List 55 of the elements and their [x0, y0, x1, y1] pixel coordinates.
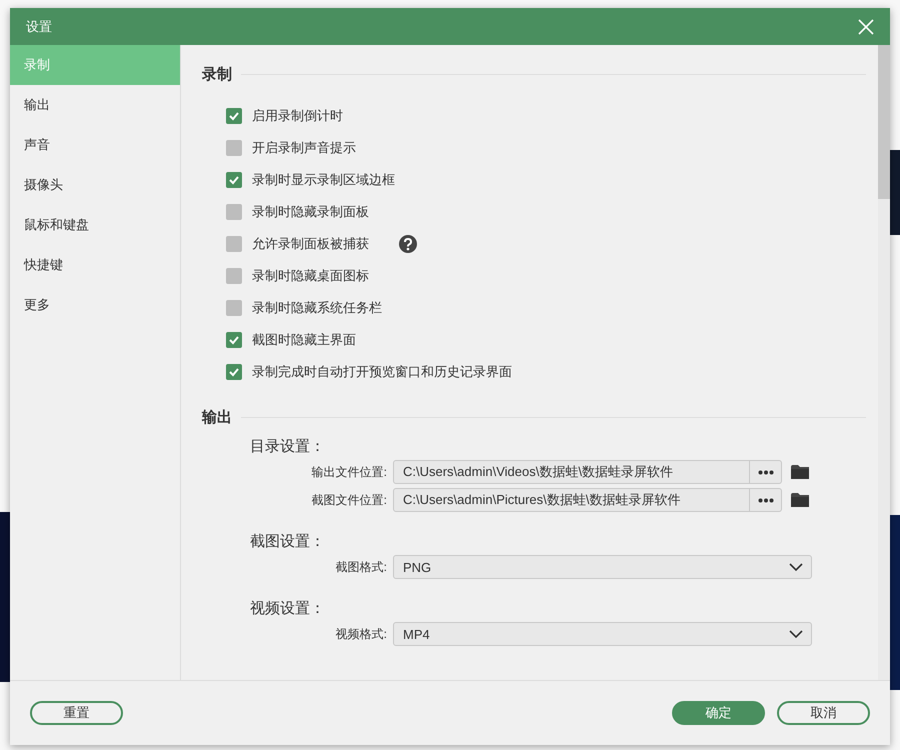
checkbox[interactable] — [226, 108, 242, 124]
browse-button[interactable] — [750, 460, 782, 484]
more-icon — [758, 498, 774, 502]
path-field[interactable]: C:\Users\admin\Videos\数据蛙\数据蛙录屏软件 — [393, 460, 750, 484]
sidebar-item[interactable]: 摄像头 — [10, 165, 180, 205]
checkbox[interactable] — [226, 204, 242, 220]
check-icon — [228, 366, 240, 378]
checkbox[interactable] — [226, 364, 242, 380]
check-icon — [228, 334, 240, 346]
sidebar-item[interactable]: 快捷键 — [10, 245, 180, 285]
browse-button[interactable] — [750, 488, 782, 512]
folder-icon[interactable] — [791, 493, 809, 507]
checkbox[interactable] — [226, 268, 242, 284]
checkbox-label: 截图时隐藏主界面 — [252, 331, 356, 349]
checkbox-label: 录制完成时自动打开预览窗口和历史记录界面 — [252, 363, 512, 381]
format-dropdown[interactable]: MP4 — [393, 622, 812, 646]
path-field[interactable]: C:\Users\admin\Pictures\数据蛙\数据蛙录屏软件 — [393, 488, 750, 512]
group-heading: 截图设置： — [250, 532, 326, 551]
field-label: 截图格式: — [334, 558, 388, 576]
sidebar-item[interactable]: 输出 — [10, 85, 180, 125]
check-icon — [228, 174, 240, 186]
checkbox-label: 录制时隐藏系统任务栏 — [252, 299, 382, 317]
checkbox[interactable] — [226, 172, 242, 188]
sidebar-item[interactable]: 鼠标和键盘 — [10, 205, 180, 245]
checkbox[interactable] — [226, 140, 242, 156]
dialog-button[interactable]: 重置 — [30, 701, 123, 725]
confirm-button[interactable]: 确定 — [672, 701, 765, 725]
checkbox-label: 启用录制倒计时 — [252, 107, 343, 125]
chevron-down-icon — [789, 562, 803, 572]
checkbox-label: 开启录制声音提示 — [252, 139, 356, 157]
checkbox[interactable] — [226, 332, 242, 348]
section-heading: 输出 — [202, 408, 232, 427]
checkbox[interactable] — [226, 300, 242, 316]
dialog-button[interactable]: 取消 — [777, 701, 870, 725]
section-heading: 录制 — [202, 65, 232, 84]
format-dropdown[interactable]: PNG — [393, 555, 812, 579]
field-label: 输出文件位置: — [310, 464, 388, 480]
check-icon — [228, 110, 240, 122]
sidebar-item[interactable]: 声音 — [10, 125, 180, 165]
window-title: 设置 — [26, 18, 52, 36]
checkbox-label: 录制时隐藏桌面图标 — [252, 267, 369, 285]
close-icon[interactable] — [858, 18, 874, 34]
checkbox-label: 录制时显示录制区域边框 — [252, 171, 395, 189]
sidebar-item[interactable]: 更多 — [10, 285, 180, 325]
group-heading: 视频设置： — [250, 599, 326, 618]
more-icon — [758, 470, 774, 474]
checkbox[interactable] — [226, 236, 242, 252]
checkbox-label: 录制时隐藏录制面板 — [252, 203, 369, 221]
scrollbar[interactable] — [878, 45, 890, 680]
field-label: 截图文件位置: — [310, 492, 388, 508]
field-label: 视频格式: — [334, 626, 388, 642]
chevron-down-icon — [789, 630, 803, 638]
checkbox-label: 允许录制面板被捕获 — [252, 235, 369, 253]
folder-icon[interactable] — [791, 465, 809, 479]
group-heading: 目录设置： — [250, 437, 326, 456]
